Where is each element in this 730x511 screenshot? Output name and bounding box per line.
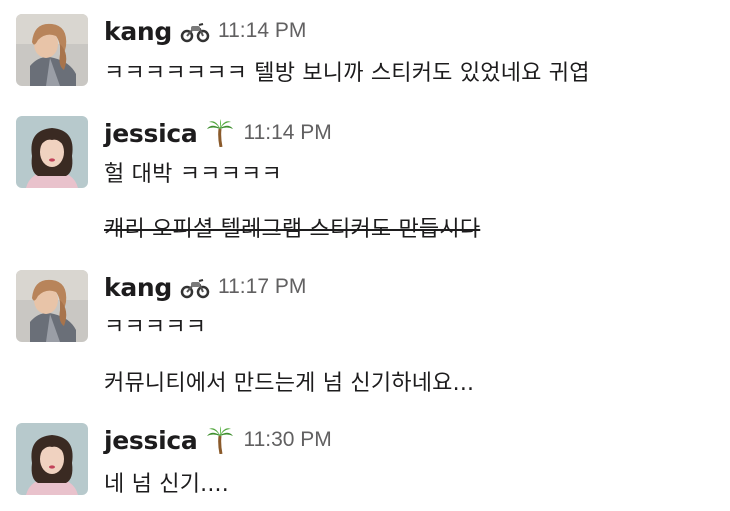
timestamp[interactable]: 11:17 PM [218,275,306,299]
message-text-struck: 캐리 오피셜 텔레그램 스티커도 만듭시다 [104,217,481,242]
author-name[interactable]: kang [104,17,172,46]
message-text: ㅋㅋㅋㅋㅋㅋㅋ 텔방 보니까 스티커도 있었네요 귀엽 [104,61,590,86]
motorcycle-icon [180,17,210,45]
author-name[interactable]: kang [104,273,172,302]
avatar-jessica[interactable] [16,423,88,495]
message-text: 네 넘 신기.... [104,472,229,497]
palm-tree-icon [205,426,235,454]
message-text: 헐 대박 ㅋㅋㅋㅋㅋ [104,162,282,187]
message-header: jessica 11:14 PM [104,116,332,150]
author-name[interactable]: jessica [104,426,198,455]
timestamp[interactable]: 11:14 PM [218,19,306,43]
timestamp[interactable]: 11:14 PM [243,121,331,145]
avatar-kang[interactable] [16,270,88,342]
message-header: kang 11:17 PM [104,270,306,304]
avatar-kang[interactable] [16,14,88,86]
message-text: ㅋㅋㅋㅋㅋ [104,315,207,340]
palm-tree-icon [205,119,235,147]
message-text: 커뮤니티에서 만드는게 넘 신기하네요... [104,371,475,396]
author-name[interactable]: jessica [104,119,198,148]
message-header: jessica 11:30 PM [104,423,332,457]
motorcycle-icon [180,273,210,301]
message-header: kang 11:14 PM [104,14,306,48]
timestamp[interactable]: 11:30 PM [243,428,331,452]
avatar-jessica[interactable] [16,116,88,188]
